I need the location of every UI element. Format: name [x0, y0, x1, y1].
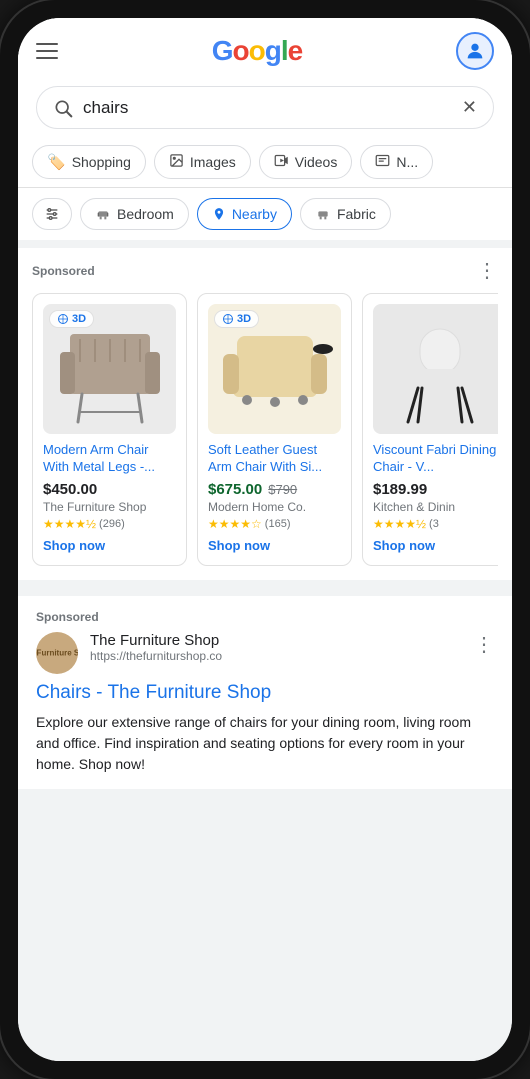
filter-nearby-chip[interactable]: Nearby: [197, 198, 292, 230]
product-price-3: $189.99: [373, 481, 427, 498]
star-rating-2: ★★★★☆: [208, 517, 262, 531]
review-count-1: (296): [99, 518, 125, 530]
chair-illustration-2: [215, 314, 335, 424]
shop-logo: The Furniture Shop: [36, 632, 78, 674]
sponsored-label-2: Sponsored: [36, 610, 494, 624]
tab-news[interactable]: N...: [360, 145, 433, 179]
section-divider-2: [18, 580, 512, 588]
ad-info: The Furniture Shop https://thefurnitursh…: [90, 632, 462, 663]
tab-videos[interactable]: Videos: [259, 145, 353, 179]
clear-search-button[interactable]: ✕: [462, 97, 477, 118]
fabric-chip-label: Fabric: [337, 206, 376, 222]
product-price-2: $675.00: [208, 481, 262, 498]
product-card-1[interactable]: 3D: [32, 293, 187, 566]
shop-now-button-1[interactable]: Shop now: [43, 538, 105, 553]
bedroom-chair-icon: [95, 206, 111, 222]
review-count-2: (165): [265, 518, 291, 530]
phone-screen: Google ✕: [18, 18, 512, 1061]
videos-icon: [274, 153, 289, 171]
screen-content: Google ✕: [18, 18, 512, 1061]
search-bar[interactable]: ✕: [36, 86, 494, 129]
product-price-1: $450.00: [43, 481, 97, 498]
filter-settings-chip[interactable]: [32, 198, 72, 230]
star-rating-1: ★★★★½: [43, 517, 96, 531]
shop-name-1: The Furniture Shop: [43, 500, 176, 514]
price-row-1: $450.00: [43, 481, 176, 498]
star-rating-3: ★★★★½: [373, 517, 426, 531]
sponsored-text-ad-section: Sponsored The Furniture Shop The Furnitu…: [18, 596, 512, 789]
chair-illustration-1: [50, 314, 170, 424]
shopping-icon: 🏷️: [47, 153, 66, 171]
product-title-2: Soft Leather Guest Arm Chair With Si...: [208, 442, 341, 476]
bedroom-chip-label: Bedroom: [117, 206, 174, 222]
price-row-3: $189.99: [373, 481, 498, 498]
filter-chips-row: Bedroom Nearby Fabric: [18, 188, 512, 240]
ad-title[interactable]: Chairs - The Furniture Shop: [36, 682, 494, 704]
user-avatar[interactable]: [456, 32, 494, 70]
google-logo: Google: [212, 35, 302, 67]
tab-shopping[interactable]: 🏷️ Shopping: [32, 145, 146, 179]
search-bar-section: ✕: [18, 78, 512, 141]
price-row-2: $675.00 $790: [208, 481, 341, 498]
sponsored-more-button[interactable]: ⋮: [477, 258, 498, 283]
search-input[interactable]: [83, 98, 452, 118]
menu-icon[interactable]: [36, 43, 58, 59]
ad-description: Explore our extensive range of chairs fo…: [36, 712, 494, 775]
sponsored-header: Sponsored ⋮: [32, 258, 498, 283]
ad-url: https://thefurniturshop.co: [90, 649, 462, 663]
product-title-3: Viscount Fabri Dining Chair - V...: [373, 442, 498, 476]
sponsored-products-section: Sponsored ⋮ 3D: [18, 248, 512, 580]
product-card-2[interactable]: 3D: [197, 293, 352, 566]
chair-illustration-3: [380, 314, 499, 424]
product-title-1: Modern Arm Chair With Metal Legs -...: [43, 442, 176, 476]
filter-bedroom-chip[interactable]: Bedroom: [80, 198, 189, 230]
news-icon: [375, 153, 390, 171]
tab-news-label: N...: [396, 154, 418, 170]
badge-3d-2: 3D: [214, 310, 259, 328]
shop-name-3: Kitchen & Dinin: [373, 500, 498, 514]
shop-now-button-3[interactable]: Shop now: [373, 538, 435, 553]
review-count-3: (3: [429, 518, 439, 530]
ad-more-button[interactable]: ⋮: [474, 632, 494, 657]
images-icon: [169, 153, 184, 171]
tab-videos-label: Videos: [295, 154, 338, 170]
ad-header: The Furniture Shop The Furniture Shop ht…: [36, 632, 494, 674]
product-image-2: 3D: [208, 304, 341, 434]
nearby-chip-label: Nearby: [232, 206, 277, 222]
filter-fabric-chip[interactable]: Fabric: [300, 198, 391, 230]
sponsored-label-1: Sponsored: [32, 264, 95, 278]
phone-frame: Google ✕: [0, 0, 530, 1079]
section-divider-1: [18, 240, 512, 248]
badge-3d-1: 3D: [49, 310, 94, 328]
product-card-3[interactable]: Viscount Fabri Dining Chair - V... $189.…: [362, 293, 498, 566]
svg-text:The Furniture Shop: The Furniture Shop: [36, 648, 78, 657]
top-bar: Google: [18, 18, 512, 78]
stars-row-1: ★★★★½ (296): [43, 517, 176, 531]
tab-images[interactable]: Images: [154, 145, 251, 179]
fabric-chair-icon: [315, 206, 331, 222]
filter-sliders-icon: [44, 206, 60, 222]
shop-now-button-2[interactable]: Shop now: [208, 538, 270, 553]
product-cards-row: 3D: [32, 293, 498, 566]
product-price-original-2: $790: [268, 482, 297, 497]
ad-shop-name: The Furniture Shop: [90, 632, 462, 649]
tab-images-label: Images: [190, 154, 236, 170]
tab-shopping-label: Shopping: [72, 154, 131, 170]
product-image-3: [373, 304, 498, 434]
nav-tabs: 🏷️ Shopping Images: [18, 141, 512, 188]
location-pin-icon: [212, 207, 226, 221]
search-icon: [53, 98, 73, 118]
stars-row-2: ★★★★☆ (165): [208, 517, 341, 531]
shop-name-2: Modern Home Co.: [208, 500, 341, 514]
product-image-1: 3D: [43, 304, 176, 434]
stars-row-3: ★★★★½ (3: [373, 517, 498, 531]
